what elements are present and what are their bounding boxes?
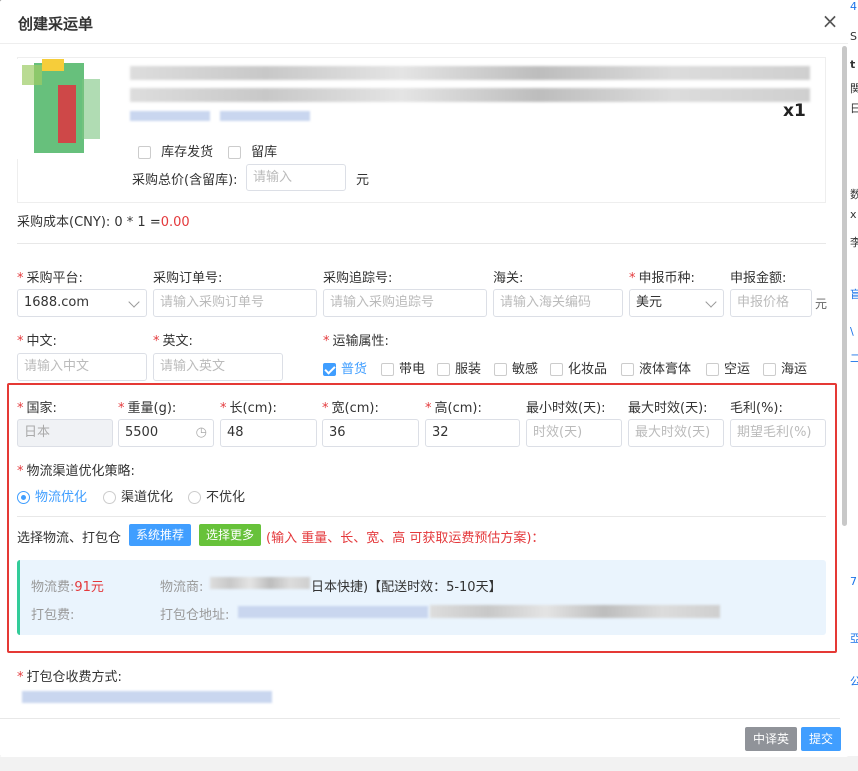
order-no-label: 采购订单号: bbox=[153, 271, 223, 286]
purchase-cost-label: 采购成本(CNY): 0 * 1 = bbox=[17, 215, 161, 230]
warehouse-address-redacted-2 bbox=[430, 605, 720, 618]
dialog-header: 创建采运单 × bbox=[0, 0, 848, 44]
max-days-label: 最大时效(天): bbox=[628, 401, 708, 416]
pack-fee-method-label: * 打包仓收费方式: bbox=[17, 670, 122, 685]
product-sku-redacted bbox=[130, 111, 210, 121]
pack-fee-method-redacted bbox=[22, 691, 272, 703]
create-purchase-shipping-dialog: 创建采运单 × x1 库存发货 留库 采购总价(含留库): 请输入 元 采购成本… bbox=[0, 0, 848, 757]
length-label: * 长(cm): bbox=[220, 401, 277, 416]
scrollbar-thumb[interactable] bbox=[842, 46, 847, 526]
tracking-label: 采购追踪号: bbox=[323, 271, 393, 286]
platform-select[interactable]: 1688.com bbox=[17, 289, 147, 317]
customs-input[interactable]: 请输入海关编码 bbox=[493, 289, 623, 317]
no-opt-radio[interactable] bbox=[188, 491, 201, 504]
width-label: * 宽(cm): bbox=[322, 401, 379, 416]
keep-stock-label: 留库 bbox=[251, 145, 278, 160]
packing-fee-label: 打包费: bbox=[31, 608, 75, 623]
general-cargo-checkbox[interactable] bbox=[323, 363, 336, 376]
transport-option-air[interactable]: 空运 bbox=[706, 358, 750, 377]
product-spec-redacted bbox=[220, 111, 310, 121]
logistics-opt-radio[interactable] bbox=[17, 491, 30, 504]
amount-input[interactable]: 申报价格 bbox=[730, 289, 812, 317]
width-input[interactable]: 36 bbox=[322, 419, 419, 447]
warehouse-address-label: 打包仓地址: bbox=[160, 608, 230, 623]
chevron-down-icon bbox=[128, 296, 140, 308]
purchase-cost-text: 采购成本(CNY): 0 * 1 =0.00 bbox=[17, 211, 190, 230]
section-divider bbox=[17, 243, 826, 244]
weight-label: * 重量(g): bbox=[118, 401, 177, 416]
strategy-label: * 物流渠道优化策略: bbox=[17, 464, 135, 479]
amount-unit: 元 bbox=[815, 297, 828, 311]
height-label: * 高(cm): bbox=[425, 401, 482, 416]
strategy-none-option[interactable]: 不优化 bbox=[188, 486, 245, 505]
carrier-name-redacted bbox=[210, 577, 310, 589]
currency-label: * 申报币种: bbox=[629, 271, 695, 286]
dialog-title: 创建采运单 bbox=[18, 15, 94, 33]
channel-opt-radio[interactable] bbox=[103, 491, 116, 504]
min-days-label: 最小时效(天): bbox=[526, 401, 606, 416]
chinese-name-input[interactable]: 请输入中文 bbox=[17, 353, 147, 381]
transport-attr-label: * 运输属性: bbox=[323, 334, 389, 349]
product-thumbnail bbox=[12, 59, 122, 159]
strategy-channel-option[interactable]: 渠道优化 bbox=[103, 486, 173, 505]
country-input: 日本 bbox=[17, 419, 113, 447]
purchase-total-input[interactable]: 请输入 bbox=[246, 164, 346, 191]
transport-option-battery[interactable]: 带电 bbox=[381, 358, 425, 377]
max-days-input[interactable]: 最大时效(天) bbox=[628, 419, 724, 447]
purchase-total-label: 采购总价(含留库): bbox=[132, 173, 238, 188]
platform-label: * 采购平台: bbox=[17, 271, 83, 286]
check-circle-icon: ◷ bbox=[195, 425, 207, 440]
weight-input[interactable]: 5500 ◷ bbox=[118, 419, 214, 447]
order-no-input[interactable]: 请输入采购订单号 bbox=[153, 289, 317, 317]
stock-ship-checkbox[interactable] bbox=[138, 146, 151, 159]
carrier-value: 日本快捷)【配送时效：5-10天】 bbox=[311, 580, 502, 595]
quantity-label: x1 bbox=[783, 101, 806, 121]
transport-option-liquid[interactable]: 液体膏体 bbox=[621, 358, 691, 377]
close-icon[interactable]: × bbox=[820, 11, 840, 32]
purchase-cost-value: 0.00 bbox=[160, 215, 190, 230]
select-more-button[interactable]: 选择更多 bbox=[199, 524, 262, 546]
logistics-fee-value: 91元 bbox=[74, 580, 104, 595]
stock-ship-option[interactable]: 库存发货 bbox=[138, 141, 213, 160]
height-input[interactable]: 32 bbox=[425, 419, 520, 447]
keep-stock-checkbox[interactable] bbox=[228, 146, 241, 159]
select-logistics-label: 选择物流、打包仓 bbox=[17, 531, 122, 546]
submit-button[interactable]: 提交 bbox=[801, 727, 842, 751]
margin-input[interactable]: 期望毛利(%) bbox=[730, 419, 826, 447]
background-toolbar bbox=[0, 756, 858, 771]
purchase-total-unit: 元 bbox=[356, 173, 370, 188]
english-name-label: * 英文: bbox=[153, 334, 193, 349]
logistics-fee: 物流费:91元 bbox=[31, 580, 104, 595]
country-label: * 国家: bbox=[17, 401, 57, 416]
keep-stock-option[interactable]: 留库 bbox=[228, 141, 277, 160]
logistics-divider bbox=[17, 516, 826, 517]
warehouse-address-redacted bbox=[238, 606, 428, 618]
footer-divider bbox=[0, 718, 840, 719]
strategy-logistics-option[interactable]: 物流优化 bbox=[17, 486, 87, 505]
transport-option-cosmetics[interactable]: 化妆品 bbox=[550, 358, 607, 377]
stock-ship-label: 库存发货 bbox=[161, 145, 214, 160]
transport-option-clothing[interactable]: 服装 bbox=[437, 358, 481, 377]
shipping-plan-panel bbox=[17, 560, 826, 635]
carrier-label: 物流商: bbox=[160, 580, 204, 595]
product-title-redacted-2 bbox=[130, 88, 810, 102]
translate-button[interactable]: 中译英 bbox=[745, 727, 798, 751]
chinese-name-label: * 中文: bbox=[17, 334, 57, 349]
estimate-hint: (输入 重量、长、宽、高 可获取运费预估方案)： bbox=[266, 531, 545, 546]
margin-label: 毛利(%): bbox=[730, 401, 783, 416]
customs-label: 海关: bbox=[493, 271, 524, 286]
currency-select[interactable]: 美元 bbox=[629, 289, 724, 317]
transport-option-general[interactable]: 普货 bbox=[323, 358, 367, 377]
transport-option-sea[interactable]: 海运 bbox=[763, 358, 807, 377]
transport-option-sensitive[interactable]: 敏感 bbox=[494, 358, 538, 377]
system-recommend-button[interactable]: 系统推荐 bbox=[129, 524, 192, 546]
length-input[interactable]: 48 bbox=[220, 419, 317, 447]
amount-label: 申报金额: bbox=[730, 271, 787, 286]
chevron-down-icon bbox=[705, 296, 717, 308]
product-title-redacted bbox=[130, 66, 810, 80]
english-name-input[interactable]: 请输入英文 bbox=[153, 353, 283, 381]
tracking-input[interactable]: 请输入采购追踪号 bbox=[323, 289, 487, 317]
min-days-input[interactable]: 时效(天) bbox=[526, 419, 622, 447]
